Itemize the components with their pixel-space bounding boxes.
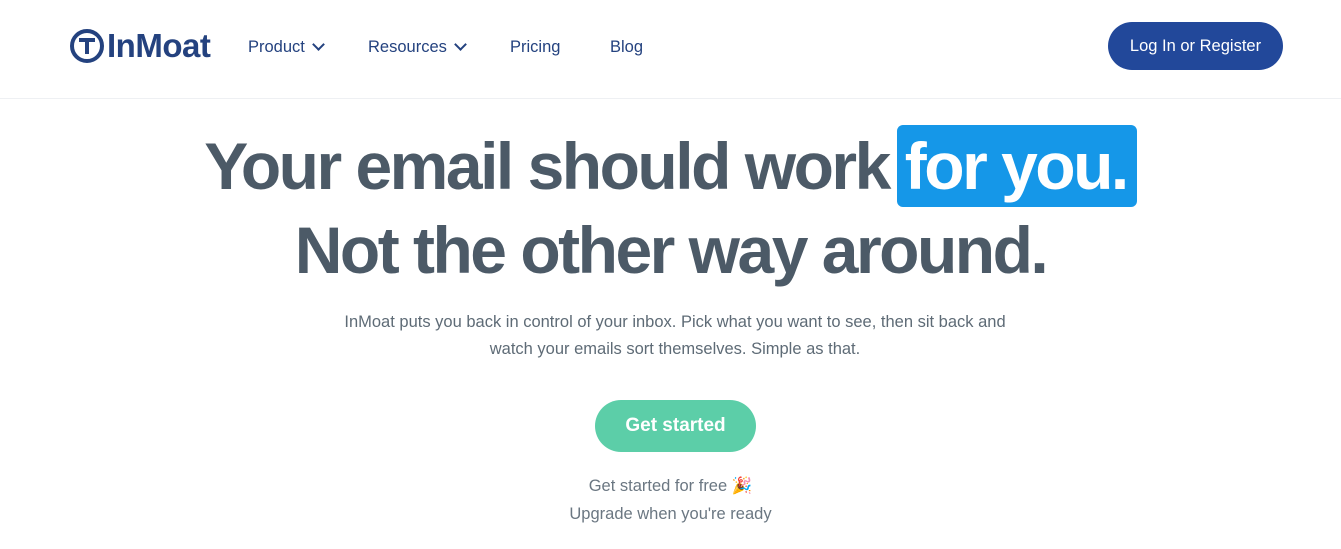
hero-headline-line1: Your email should work for you. — [0, 124, 1341, 208]
nav-resources[interactable]: Resources — [368, 36, 467, 58]
site-header: InMoat Product Resources Pricing Blog Lo… — [0, 0, 1341, 99]
chevron-down-icon — [454, 38, 467, 51]
headline-highlight: for you. — [896, 125, 1137, 207]
inmoat-logo[interactable]: InMoat — [70, 26, 211, 66]
nav-pricing-label: Pricing — [510, 37, 561, 56]
chevron-down-icon — [312, 38, 325, 51]
headline-text: Your email should work — [204, 129, 891, 203]
login-register-button[interactable]: Log In or Register — [1108, 22, 1283, 70]
get-started-button[interactable]: Get started — [595, 400, 756, 452]
upgrade-note: Upgrade when you're ready — [569, 505, 772, 523]
hero-subtext: InMoat puts you back in control of your … — [344, 313, 1006, 358]
nav-product[interactable]: Product — [248, 36, 325, 58]
nav-blog[interactable]: Blog — [610, 36, 643, 58]
logo-text: InMoat — [107, 27, 211, 64]
hero-headline-line2: Not the other way around. — [294, 213, 1049, 287]
nav-blog-label: Blog — [610, 37, 644, 56]
free-note: Get started for free 🎉 — [588, 477, 753, 495]
nav-product-label: Product — [248, 37, 305, 56]
nav-resources-label: Resources — [368, 37, 447, 56]
logo-mark-icon — [70, 29, 104, 63]
nav-pricing[interactable]: Pricing — [510, 36, 560, 58]
